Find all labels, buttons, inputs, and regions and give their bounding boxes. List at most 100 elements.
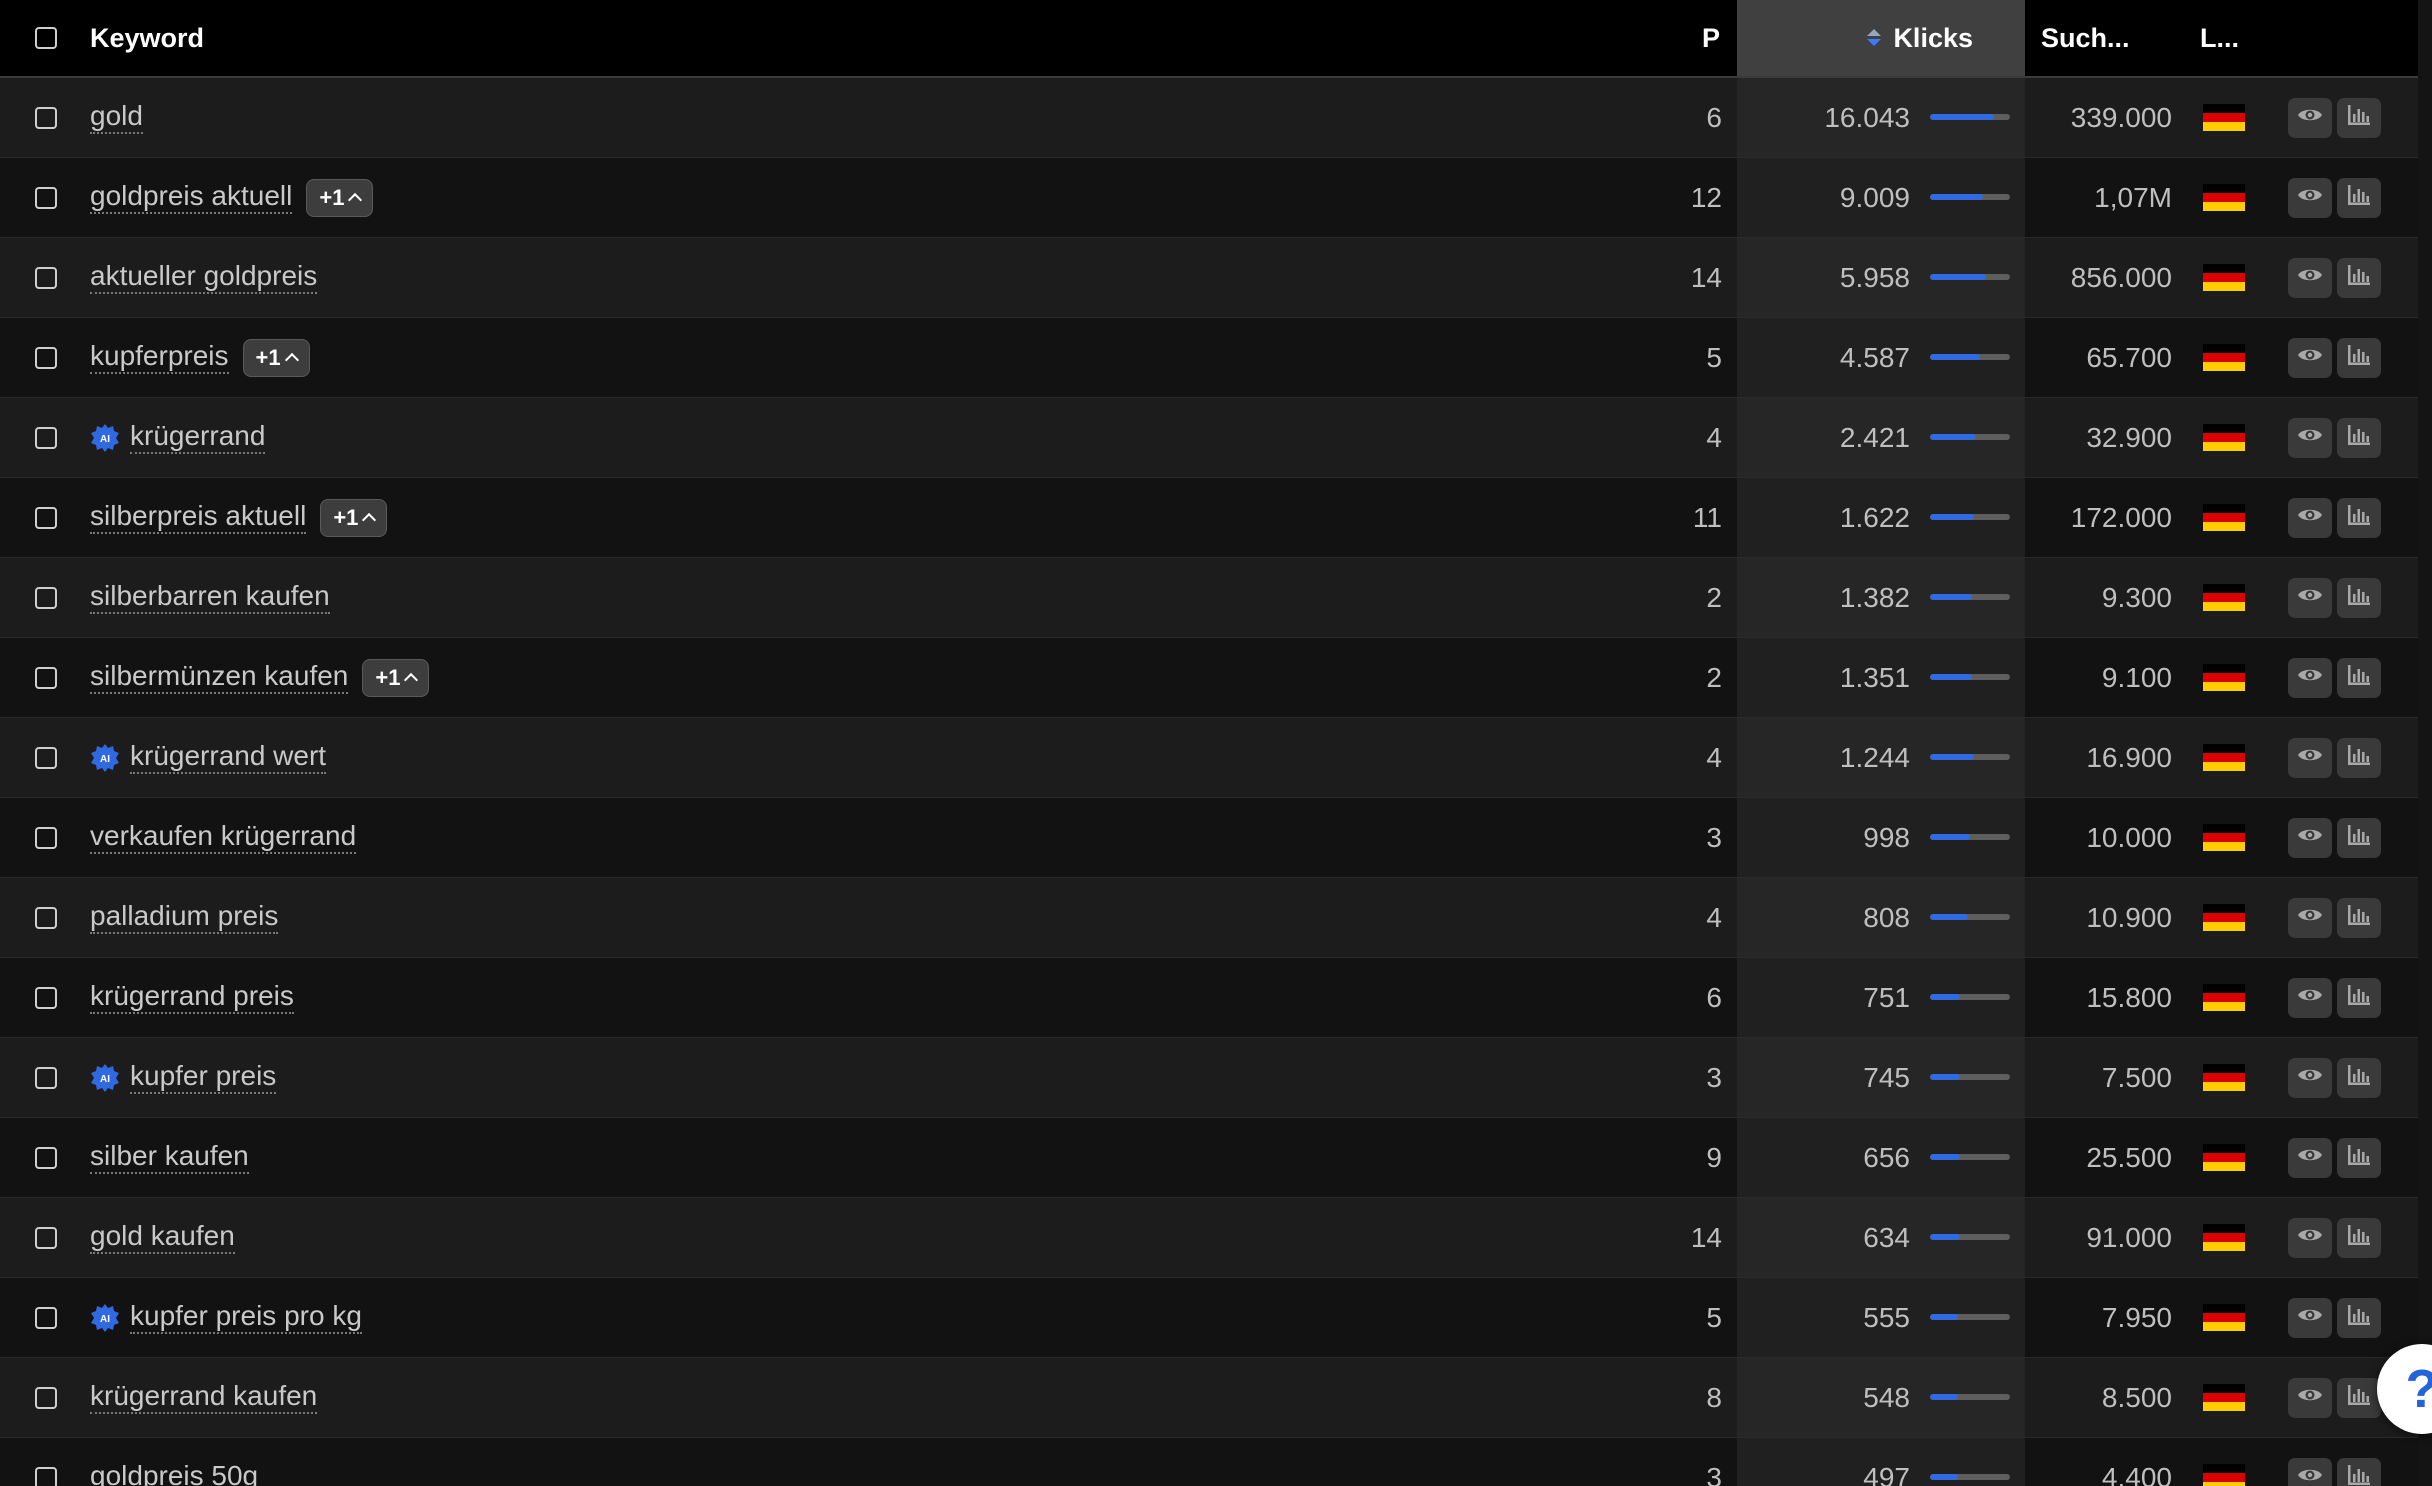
select-all-checkbox-cell[interactable] (31, 0, 61, 76)
keyword-link[interactable]: krügerrand (130, 420, 266, 455)
chart-button[interactable] (2337, 737, 2381, 778)
view-button[interactable] (2288, 417, 2332, 458)
chart-button[interactable] (2337, 1057, 2381, 1098)
row-checkbox-cell[interactable] (31, 1198, 61, 1277)
table-row[interactable]: aktueller goldpreis 14 5.958 856.000 (0, 238, 2418, 318)
row-checkbox-cell[interactable] (31, 1358, 61, 1437)
row-checkbox-cell[interactable] (31, 1118, 61, 1197)
keyword-link[interactable]: krügerrand kaufen (90, 1380, 318, 1415)
header-position[interactable]: P (1600, 0, 1722, 76)
row-checkbox[interactable] (35, 1226, 57, 1249)
header-volume[interactable]: Such... (2041, 0, 2130, 76)
row-checkbox[interactable] (35, 1066, 57, 1089)
row-checkbox-cell[interactable] (31, 798, 61, 877)
chart-button[interactable] (2337, 657, 2381, 698)
table-row[interactable]: goldpreis 50g 3 497 4.400 (0, 1438, 2418, 1486)
view-button[interactable] (2288, 1137, 2332, 1178)
table-row[interactable]: palladium preis 4 808 10.900 (0, 878, 2418, 958)
chart-button[interactable] (2337, 417, 2381, 458)
table-row[interactable]: krügerrand kaufen 8 548 8.500 (0, 1358, 2418, 1438)
row-checkbox-cell[interactable] (31, 1038, 61, 1117)
row-checkbox-cell[interactable] (31, 398, 61, 477)
chart-button[interactable] (2337, 1217, 2381, 1258)
select-all-checkbox[interactable] (35, 27, 57, 49)
related-keywords-badge[interactable]: +1 (320, 498, 388, 537)
row-checkbox[interactable] (35, 906, 57, 929)
row-checkbox[interactable] (35, 746, 57, 769)
table-row[interactable]: silberbarren kaufen 2 1.382 9.300 (0, 558, 2418, 638)
view-button[interactable] (2288, 1297, 2332, 1338)
table-row[interactable]: silbermünzen kaufen +1 2 1.351 9.100 (0, 638, 2418, 718)
row-checkbox[interactable] (35, 266, 57, 289)
keyword-link[interactable]: verkaufen krügerrand (90, 820, 357, 855)
row-checkbox-cell[interactable] (31, 158, 61, 237)
table-row[interactable]: goldpreis aktuell +1 12 9.009 1,07M (0, 158, 2418, 238)
chart-button[interactable] (2337, 1457, 2381, 1486)
row-checkbox[interactable] (35, 426, 57, 449)
chart-button[interactable] (2337, 337, 2381, 378)
row-checkbox[interactable] (35, 186, 57, 209)
view-button[interactable] (2288, 337, 2332, 378)
chart-button[interactable] (2337, 497, 2381, 538)
view-button[interactable] (2288, 1057, 2332, 1098)
chart-button[interactable] (2337, 897, 2381, 938)
chart-button[interactable] (2337, 177, 2381, 218)
view-button[interactable] (2288, 1457, 2332, 1486)
table-row[interactable]: gold kaufen 14 634 91.000 (0, 1198, 2418, 1278)
chart-button[interactable] (2337, 1137, 2381, 1178)
row-checkbox[interactable] (35, 106, 57, 129)
row-checkbox-cell[interactable] (31, 558, 61, 637)
keyword-link[interactable]: kupfer preis (130, 1060, 277, 1095)
keyword-link[interactable]: gold kaufen (90, 1220, 235, 1255)
view-button[interactable] (2288, 657, 2332, 698)
keyword-link[interactable]: goldpreis aktuell (90, 180, 293, 215)
keyword-link[interactable]: silbermünzen kaufen (90, 660, 349, 695)
table-row[interactable]: silberpreis aktuell +1 11 1.622 172.000 (0, 478, 2418, 558)
chart-button[interactable] (2337, 257, 2381, 298)
view-button[interactable] (2288, 1377, 2332, 1418)
row-checkbox[interactable] (35, 586, 57, 609)
row-checkbox[interactable] (35, 1146, 57, 1169)
table-row[interactable]: AI krügerrand wert 4 1.244 16.900 (0, 718, 2418, 798)
chart-button[interactable] (2337, 1297, 2381, 1338)
view-button[interactable] (2288, 497, 2332, 538)
header-language[interactable]: L... (2200, 0, 2239, 76)
row-checkbox-cell[interactable] (31, 638, 61, 717)
chart-button[interactable] (2337, 817, 2381, 858)
row-checkbox-cell[interactable] (31, 1438, 61, 1486)
chart-button[interactable] (2337, 577, 2381, 618)
keyword-link[interactable]: gold (90, 100, 143, 135)
table-row[interactable]: AI kupfer preis 3 745 7.500 (0, 1038, 2418, 1118)
header-clicks[interactable]: Klicks (1737, 0, 2025, 76)
keyword-link[interactable]: aktueller goldpreis (90, 260, 318, 295)
keyword-link[interactable]: krügerrand preis (90, 980, 294, 1015)
keyword-link[interactable]: kupferpreis (90, 340, 229, 375)
row-checkbox[interactable] (35, 1466, 57, 1486)
row-checkbox[interactable] (35, 506, 57, 529)
row-checkbox-cell[interactable] (31, 878, 61, 957)
keyword-link[interactable]: goldpreis 50g (90, 1460, 258, 1486)
view-button[interactable] (2288, 577, 2332, 618)
row-checkbox[interactable] (35, 346, 57, 369)
table-row[interactable]: krügerrand preis 6 751 15.800 (0, 958, 2418, 1038)
related-keywords-badge[interactable]: +1 (242, 338, 310, 377)
row-checkbox-cell[interactable] (31, 958, 61, 1037)
view-button[interactable] (2288, 977, 2332, 1018)
view-button[interactable] (2288, 257, 2332, 298)
view-button[interactable] (2288, 897, 2332, 938)
header-keyword[interactable]: Keyword (90, 0, 1590, 76)
view-button[interactable] (2288, 737, 2332, 778)
row-checkbox[interactable] (35, 1386, 57, 1409)
row-checkbox-cell[interactable] (31, 718, 61, 797)
keyword-link[interactable]: kupfer preis pro kg (130, 1300, 362, 1335)
chart-button[interactable] (2337, 97, 2381, 138)
table-row[interactable]: AI kupfer preis pro kg 5 555 7.950 (0, 1278, 2418, 1358)
row-checkbox-cell[interactable] (31, 238, 61, 317)
view-button[interactable] (2288, 177, 2332, 218)
view-button[interactable] (2288, 97, 2332, 138)
row-checkbox[interactable] (35, 666, 57, 689)
keyword-link[interactable]: silberbarren kaufen (90, 580, 330, 615)
row-checkbox[interactable] (35, 826, 57, 849)
keyword-link[interactable]: palladium preis (90, 900, 279, 935)
table-row[interactable]: AI krügerrand 4 2.421 32.900 (0, 398, 2418, 478)
